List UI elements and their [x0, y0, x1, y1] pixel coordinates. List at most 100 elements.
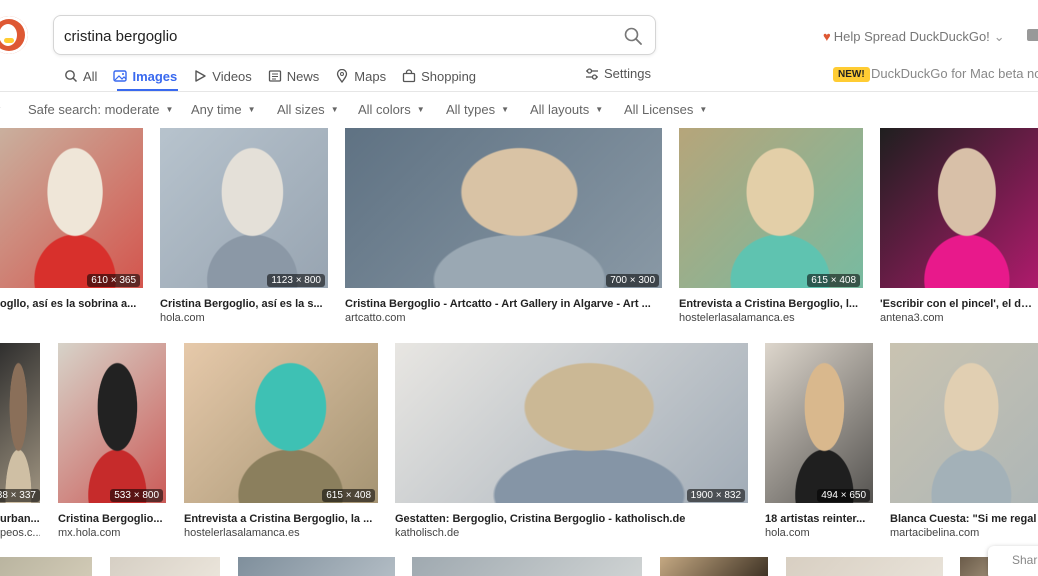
image-dimensions: 615 × 408 — [807, 274, 860, 287]
result-source[interactable]: mx.hola.com — [58, 527, 166, 539]
result-title[interactable]: Cristina Bergoglio - Artcatto - Art Gall… — [345, 298, 662, 310]
caret-down-icon: ▼ — [247, 105, 256, 114]
tab-images[interactable]: Images — [113, 66, 177, 86]
newspaper-icon — [268, 70, 281, 82]
tab-label: All — [83, 68, 98, 84]
result-source[interactable]: katholisch.de — [395, 527, 748, 539]
menu-icon[interactable] — [1027, 29, 1038, 41]
sliders-icon — [586, 67, 598, 80]
search-box[interactable] — [53, 15, 656, 55]
vertical-tabs: All Images Videos News Maps Shopping — [64, 66, 492, 90]
result-thumbnail[interactable] — [0, 557, 92, 576]
filter-label: Safe search: moderate — [28, 102, 160, 117]
search-input[interactable] — [64, 25, 604, 47]
tab-all[interactable]: All — [64, 66, 97, 86]
result-title[interactable]: Cristina Bergoglio... — [58, 513, 166, 525]
result-thumbnail[interactable] — [160, 128, 328, 288]
play-icon — [195, 70, 206, 82]
result-source[interactable]: hostelerlasalamanca.es — [184, 527, 378, 539]
result-thumbnail[interactable] — [890, 343, 1038, 503]
result-source[interactable]: martacibelina.com — [890, 527, 1038, 539]
search-icon[interactable] — [623, 26, 643, 46]
filter-region[interactable]: ▼ — [0, 102, 2, 117]
result-thumbnail[interactable] — [0, 343, 40, 503]
image-dimensions: 533 × 800 — [110, 489, 163, 502]
shopping-bag-icon — [402, 69, 416, 83]
image-result[interactable]: 615 × 408 Entrevista a Cristina Bergogli… — [679, 128, 863, 326]
filter-safe-search[interactable]: Safe search: moderate ▼ — [28, 102, 173, 117]
mac-beta-link[interactable]: DuckDuckGo for Mac beta now — [871, 66, 1038, 81]
result-title[interactable]: Entrevista a Cristina Bergoglio, la ... — [184, 513, 378, 525]
result-thumbnail[interactable] — [679, 128, 863, 288]
result-source[interactable]: peos.c... — [0, 527, 40, 539]
new-badge: NEW! — [833, 67, 870, 82]
image-result[interactable] — [412, 557, 642, 576]
result-source[interactable]: antena3.com — [880, 312, 1038, 324]
image-result[interactable]: Blanca Cuesta: "Si me regal martacibelin… — [890, 343, 1038, 541]
image-result[interactable]: 494 × 650 18 artistas reinter... hola.co… — [765, 343, 873, 541]
tab-news[interactable]: News — [268, 66, 319, 86]
filter-label: Any time — [191, 102, 242, 117]
help-spread-link[interactable]: ♥ Help Spread DuckDuckGo! ⌄ — [823, 29, 1005, 45]
filter-label: All colors — [358, 102, 411, 117]
image-result[interactable]: 1900 × 832 Gestatten: Bergoglio, Cristin… — [395, 343, 748, 541]
result-title[interactable]: Entrevista a Cristina Bergoglio, l... — [679, 298, 863, 310]
image-result[interactable] — [238, 557, 395, 576]
result-title[interactable]: Blanca Cuesta: "Si me regal — [890, 513, 1038, 525]
result-thumbnail[interactable] — [880, 128, 1038, 288]
tab-shopping[interactable]: Shopping — [402, 66, 476, 86]
image-result[interactable] — [0, 557, 92, 576]
filter-type[interactable]: All types ▼ — [446, 102, 509, 117]
result-title[interactable]: 'Escribir con el pincel', el docu — [880, 298, 1038, 310]
result-title[interactable]: Cristina Bergoglio, así es la s... — [160, 298, 328, 310]
result-thumbnail[interactable] — [660, 557, 768, 576]
heart-icon: ♥ — [823, 29, 831, 44]
settings-button[interactable]: Settings — [585, 66, 651, 81]
result-thumbnail[interactable] — [0, 128, 143, 288]
result-thumbnail[interactable] — [238, 557, 395, 576]
caret-down-icon: ▼ — [165, 105, 174, 114]
result-source[interactable]: hostelerlasalamanca.es — [679, 312, 863, 324]
image-result[interactable] — [660, 557, 768, 576]
result-source[interactable]: hola.com — [160, 312, 328, 324]
result-thumbnail[interactable] — [345, 128, 662, 288]
filter-time[interactable]: Any time ▼ — [191, 102, 256, 117]
image-result[interactable]: 700 × 300 Cristina Bergoglio - Artcatto … — [345, 128, 662, 326]
filter-license[interactable]: All Licenses ▼ — [624, 102, 707, 117]
image-dimensions: 1123 × 800 — [267, 274, 325, 287]
caret-down-icon: ▼ — [416, 105, 425, 114]
result-title[interactable]: urban... — [0, 513, 40, 525]
image-result[interactable]: 615 × 408 Entrevista a Cristina Bergogli… — [184, 343, 378, 541]
tab-videos[interactable]: Videos — [193, 66, 252, 86]
result-thumbnail[interactable] — [110, 557, 220, 576]
result-title[interactable]: Gestatten: Bergoglio, Cristina Bergoglio… — [395, 513, 748, 525]
duckduckgo-logo[interactable] — [0, 16, 28, 54]
result-thumbnail[interactable] — [58, 343, 166, 503]
share-button[interactable]: Shar — [988, 546, 1038, 576]
caret-down-icon: ▼ — [595, 105, 604, 114]
filter-layout[interactable]: All layouts ▼ — [530, 102, 603, 117]
filter-color[interactable]: All colors ▼ — [358, 102, 425, 117]
result-thumbnail[interactable] — [412, 557, 642, 576]
result-thumbnail[interactable] — [786, 557, 943, 576]
image-result[interactable]: 1123 × 800 Cristina Bergoglio, así es la… — [160, 128, 328, 326]
result-thumbnail[interactable] — [184, 343, 378, 503]
image-result[interactable]: 533 × 800 Cristina Bergoglio... mx.hola.… — [58, 343, 166, 541]
image-result[interactable]: 38 × 337 urban... peos.c... — [0, 343, 40, 541]
result-title[interactable]: ogllo, así es la sobrina a... — [0, 298, 143, 310]
tab-label: Images — [132, 68, 178, 84]
result-source[interactable]: artcatto.com — [345, 312, 662, 324]
tab-maps[interactable]: Maps — [335, 66, 386, 86]
result-source[interactable]: hola.com — [765, 527, 873, 539]
image-result[interactable] — [786, 557, 943, 576]
image-result[interactable] — [110, 557, 220, 576]
result-thumbnail[interactable] — [395, 343, 748, 503]
image-result[interactable]: 610 × 365 ogllo, así es la sobrina a... — [0, 128, 143, 326]
promo-text: Help Spread DuckDuckGo! — [833, 29, 990, 44]
result-thumbnail[interactable] — [765, 343, 873, 503]
result-title[interactable]: 18 artistas reinter... — [765, 513, 873, 525]
filter-size[interactable]: All sizes ▼ — [277, 102, 339, 117]
caret-down-icon: ▼ — [699, 105, 708, 114]
chevron-down-icon: ⌄ — [993, 29, 1005, 44]
image-result[interactable]: 'Escribir con el pincel', el docu antena… — [880, 128, 1038, 326]
